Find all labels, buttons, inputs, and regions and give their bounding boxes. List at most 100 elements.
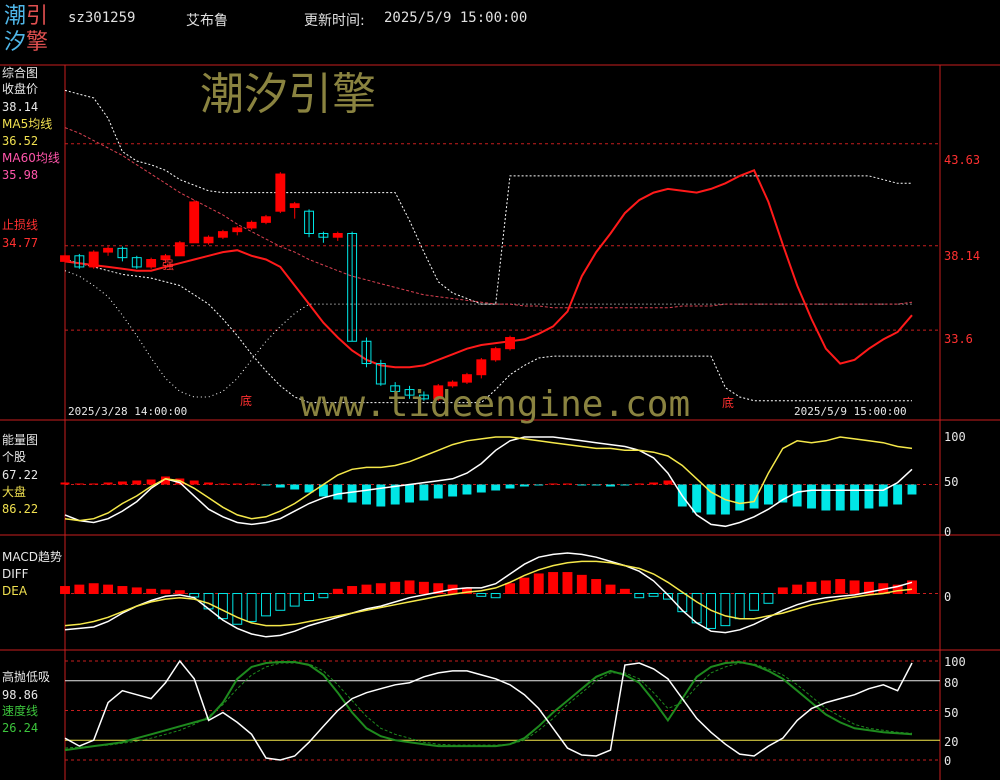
energy-bar (333, 484, 343, 500)
macd-bar (806, 581, 817, 595)
macd-bar (648, 593, 659, 597)
macd-bar (404, 580, 415, 595)
macd-bar (88, 583, 99, 595)
macd-bar (691, 593, 702, 624)
energy-bar (419, 484, 429, 501)
energy-bar (362, 484, 371, 505)
macd-bar (849, 580, 860, 595)
hilo-speed-label: 速度线 (2, 704, 39, 718)
energy-bar (189, 480, 199, 485)
ma60-label: MA60均线 (2, 151, 60, 165)
macd-bar (763, 593, 774, 604)
candle-body (60, 255, 70, 262)
energy-bar (218, 483, 228, 485)
energy-bar (290, 484, 300, 490)
macd-bar (332, 588, 343, 595)
candle-body (332, 232, 343, 238)
energy-bar (563, 483, 572, 485)
candle-body (203, 236, 214, 244)
lower-band-line (64, 259, 912, 404)
energy-bar (132, 480, 142, 485)
energy-bar (476, 484, 486, 493)
hilo-tick-100: 100 (944, 655, 966, 669)
energy-bar (103, 482, 113, 485)
macd-tick-0: 0 (944, 590, 952, 604)
candle-body (232, 227, 243, 233)
macd-bar (792, 584, 803, 595)
energy-bar (505, 484, 515, 489)
macd-bar (390, 581, 401, 595)
energy-tick-50: 50 (944, 475, 959, 489)
ma60-value: 35.98 (2, 168, 39, 182)
candle-body (217, 231, 228, 238)
energy-bar (763, 484, 773, 505)
energy-bar (835, 484, 845, 511)
energy-tick-100: 100 (944, 430, 966, 444)
energy-bar (347, 484, 357, 503)
main-title: 综合图 (2, 66, 39, 80)
energy-bar (692, 484, 702, 513)
energy-bar (634, 483, 644, 485)
energy-bar (821, 484, 831, 511)
energy-bar (232, 483, 242, 485)
candle-body (189, 201, 200, 244)
end-date: 2025/5/9 15:00:00 (794, 405, 907, 418)
energy-tick-0: 0 (944, 525, 952, 539)
energy-bar (893, 484, 903, 505)
energy-bar (735, 484, 745, 511)
macd-bar (619, 588, 630, 595)
macd-bar (677, 593, 688, 613)
energy-bar (433, 484, 443, 499)
candle-body (505, 337, 515, 350)
main-tick-3: 33.6 (944, 332, 973, 346)
macd-bar (734, 593, 745, 620)
hilo-white-value: 98.86 (2, 688, 39, 702)
macd-bar (246, 593, 257, 622)
energy-bar (60, 482, 70, 485)
macd-bar (591, 579, 602, 595)
energy-bar (606, 484, 615, 487)
hilo-tick-0: 0 (944, 754, 952, 768)
macd-bar (490, 593, 501, 599)
macd-bar (261, 593, 271, 617)
energy-bar (620, 484, 630, 486)
macd-bar (418, 581, 429, 595)
energy-bar (405, 484, 414, 503)
watermark-brand: 潮汐引擎 (200, 69, 376, 120)
ma5-line (64, 169, 913, 369)
hilo-tick-20: 20 (944, 735, 959, 749)
macd-bar (548, 572, 559, 595)
energy-bar (649, 482, 659, 485)
close-label: 收盘价 (2, 82, 39, 96)
stop-label: 止损线 (2, 218, 39, 232)
macd-bar (634, 593, 645, 599)
macd-bar (749, 593, 760, 611)
candle-body (246, 221, 257, 229)
macd-bar (476, 593, 487, 597)
energy-bar (275, 484, 285, 488)
energy-bar (807, 484, 816, 509)
close-value: 38.14 (2, 100, 39, 114)
macd-bar (720, 593, 731, 627)
energy-bar (591, 484, 601, 486)
stop-trace-line (64, 270, 912, 398)
energy-bar (491, 484, 501, 491)
candle-body (174, 242, 185, 257)
hilo-title: 高抛低吸 (2, 670, 51, 684)
macd-bar (74, 584, 85, 595)
energy-bar (864, 484, 874, 509)
energy-bar (534, 484, 544, 486)
main-tick-2: 38.14 (944, 249, 981, 263)
ma5-value: 36.52 (2, 134, 39, 148)
macd-diff-label: DIFF (2, 567, 29, 581)
macd-bar (318, 593, 329, 599)
energy-bar (850, 484, 860, 511)
macd-bar (533, 573, 544, 595)
macd-bar (576, 574, 587, 595)
macd-bar (505, 583, 515, 595)
candle-body (289, 203, 300, 208)
macd-bar (146, 588, 157, 595)
energy-bar (448, 484, 458, 497)
energy-bar (89, 483, 99, 485)
energy-stock-label: 个股 (2, 450, 27, 464)
